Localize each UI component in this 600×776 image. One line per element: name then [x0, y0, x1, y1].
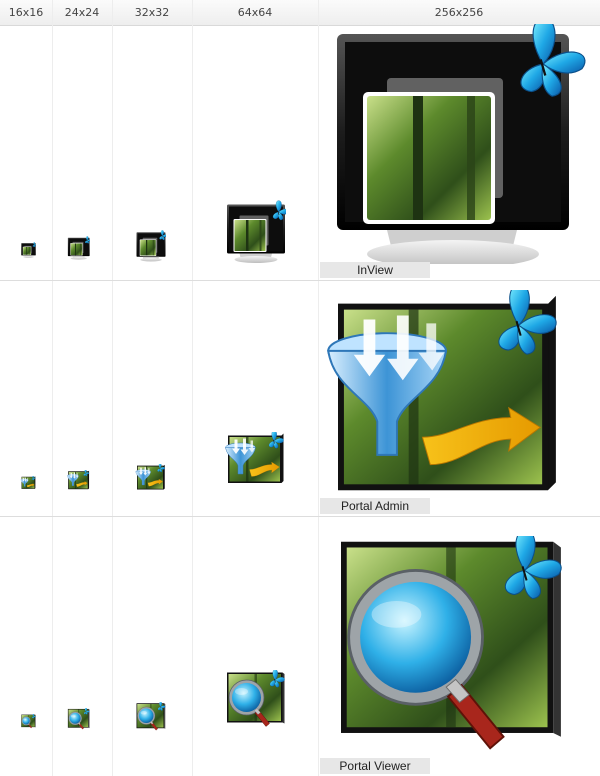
monitor-butterfly-icon	[134, 230, 166, 262]
row-divider	[0, 280, 600, 281]
column-divider	[52, 0, 53, 776]
column-divider	[318, 0, 319, 776]
row-divider	[0, 516, 600, 517]
column-header-64: 64x64	[237, 6, 273, 19]
column-header-24: 24x24	[64, 6, 100, 19]
icon-label-inview: InView	[320, 262, 430, 278]
monitor-butterfly-icon	[320, 24, 590, 264]
funnel-screen-icon	[20, 476, 36, 492]
column-header-16: 16x16	[8, 6, 44, 19]
magnifier-screen-icon	[20, 714, 36, 730]
column-divider	[192, 0, 193, 776]
magnifier-screen-icon	[66, 708, 90, 732]
icon-label-portal-admin: Portal Admin	[320, 498, 430, 514]
column-header-32: 32x32	[134, 6, 170, 19]
magnifier-screen-icon	[222, 670, 286, 734]
icon-label-portal-viewer: Portal Viewer	[320, 758, 430, 774]
magnifier-screen-icon	[134, 702, 166, 734]
funnel-screen-icon	[66, 470, 90, 494]
monitor-butterfly-icon	[222, 200, 286, 264]
column-divider	[112, 0, 113, 776]
column-header-256: 256x256	[434, 6, 484, 19]
funnel-screen-icon	[320, 290, 570, 500]
size-header: 16x16 24x24 32x32 64x64 256x256	[0, 0, 600, 26]
monitor-butterfly-icon	[20, 242, 36, 258]
monitor-butterfly-icon	[66, 236, 90, 260]
funnel-screen-icon	[222, 432, 286, 496]
magnifier-screen-icon	[324, 536, 576, 754]
funnel-screen-icon	[134, 464, 166, 496]
